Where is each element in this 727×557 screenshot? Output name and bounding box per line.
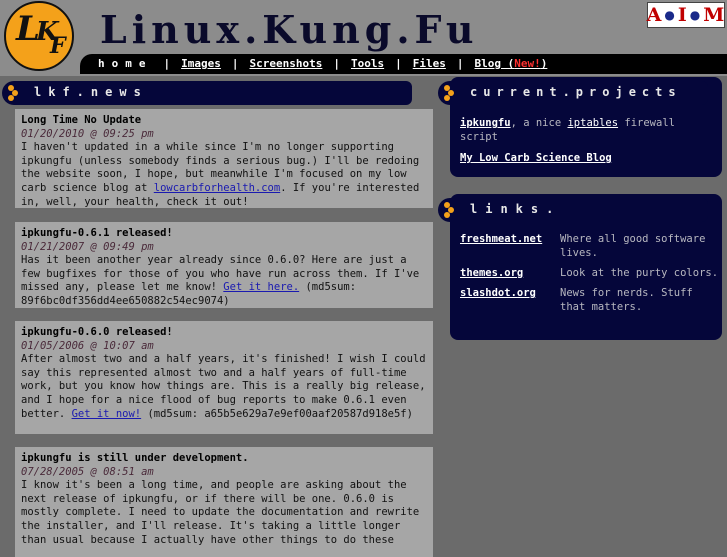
top-nav: home | Images | Screenshots | Tools | Files | Blog… — [80, 54, 727, 74]
news-heading: lkf.news — [34, 85, 148, 99]
post-date: 01/21/2007 @ 09:49 pm — [21, 240, 154, 253]
dots-icon — [444, 202, 458, 218]
post-body: I haven't updated in a while since I'm n… — [21, 141, 427, 209]
links-list: freshmeat.net Where all good software li… — [450, 232, 727, 320]
post-body: After almost two and a half years, it's … — [21, 353, 427, 421]
post-text: I know it's been a long time, and people… — [21, 479, 420, 546]
post-date: 01/05/2006 @ 10:07 am — [21, 339, 154, 352]
nav-separator: | — [456, 57, 464, 70]
project-iptables-link[interactable]: iptables — [567, 117, 618, 129]
project-text: , a nice — [510, 117, 568, 129]
nav-blog[interactable]: Blog (New!) — [474, 57, 547, 70]
projects-heading-bar: current.projects — [438, 81, 708, 105]
link-description: News for nerds. Stuff that matters. — [560, 287, 693, 313]
links-heading-bar: links. — [438, 198, 708, 222]
projects-list: ipkungfu, a nice iptables firewall scrip… — [450, 114, 722, 165]
projects-heading: current.projects — [470, 85, 682, 99]
nav-separator: | — [163, 57, 171, 70]
project-item: My Low Carb Science Blog — [460, 151, 712, 165]
nav-screenshots[interactable]: Screenshots — [250, 57, 323, 70]
link-description: Look at the purty colors. — [560, 267, 719, 279]
dots-icon — [444, 85, 458, 101]
nav-tools[interactable]: Tools — [351, 57, 384, 70]
aim-letter-i: I — [677, 4, 688, 26]
post-body: Has it been another year already since 0… — [21, 254, 427, 308]
link-slashdot[interactable]: slashdot.org — [460, 287, 536, 299]
logo-letter-f: F — [50, 33, 66, 59]
project-blog-link[interactable]: My Low Carb Science Blog — [460, 152, 612, 164]
nav-separator: | — [333, 57, 340, 70]
lkf-logo[interactable]: L K F — [4, 1, 74, 71]
nav-separator: | — [231, 57, 239, 70]
project-ipkungfu-link[interactable]: ipkungfu — [460, 117, 511, 129]
link-row: themes.org Look at the purty colors. — [460, 266, 722, 280]
post-date: 07/28/2005 @ 08:51 am — [21, 465, 154, 478]
news-post: ipkungfu-0.6.0 released! 01/05/2006 @ 10… — [15, 321, 433, 434]
dots-icon — [8, 85, 22, 101]
link-row: freshmeat.net Where all good software li… — [460, 232, 722, 260]
post-link[interactable]: Get it here. — [223, 281, 299, 293]
news-heading-bar: lkf.news — [2, 81, 412, 105]
nav-separator: | — [395, 57, 402, 70]
aim-letter-m: M — [703, 4, 726, 26]
nav-blog-new-badge: New! — [514, 57, 541, 70]
nav-blog-label: Blog ( — [474, 57, 515, 70]
post-date: 01/20/2010 @ 09:25 pm — [21, 127, 154, 140]
post-link[interactable]: Get it now! — [72, 408, 142, 420]
link-themes[interactable]: themes.org — [460, 267, 523, 279]
news-post: Long Time No Update 01/20/2010 @ 09:25 p… — [15, 109, 433, 208]
nav-home[interactable]: home — [98, 57, 153, 70]
link-description: Where all good software lives. — [560, 233, 706, 259]
nav-files[interactable]: Files — [413, 57, 446, 70]
post-title: ipkungfu-0.6.0 released! — [21, 326, 173, 338]
post-title: ipkungfu-0.6.1 released! — [21, 227, 173, 239]
news-post: ipkungfu is still under development. 07/… — [15, 447, 433, 557]
post-text: Has it been another year already since 0… — [21, 254, 420, 294]
post-text: (md5sum: a65b5e629a7e9ef00aaf20587d918e5… — [141, 407, 413, 420]
site-header: L K F Linux.Kung.Fu A ● I ● M home | Images | Sc… — [0, 0, 727, 76]
post-body: I know it's been a long time, and people… — [21, 479, 427, 547]
post-title: ipkungfu is still under development. — [21, 452, 249, 464]
news-post: ipkungfu-0.6.1 released! 01/21/2007 @ 09… — [15, 222, 433, 308]
links-heading: links. — [470, 202, 562, 216]
aim-letter-a: A — [646, 4, 663, 26]
nav-blog-close: ) — [540, 57, 548, 70]
site-title: Linux.Kung.Fu — [100, 7, 479, 52]
post-title: Long Time No Update — [21, 114, 142, 126]
post-link[interactable]: lowcarbforhealth.com — [154, 182, 280, 194]
nav-images[interactable]: Images — [181, 57, 221, 70]
link-freshmeat[interactable]: freshmeat.net — [460, 233, 542, 245]
aim-badge[interactable]: A ● I ● M — [647, 2, 725, 28]
project-item: ipkungfu, a nice iptables firewall scrip… — [460, 116, 712, 144]
link-row: slashdot.org News for nerds. Stuff that … — [460, 286, 722, 314]
